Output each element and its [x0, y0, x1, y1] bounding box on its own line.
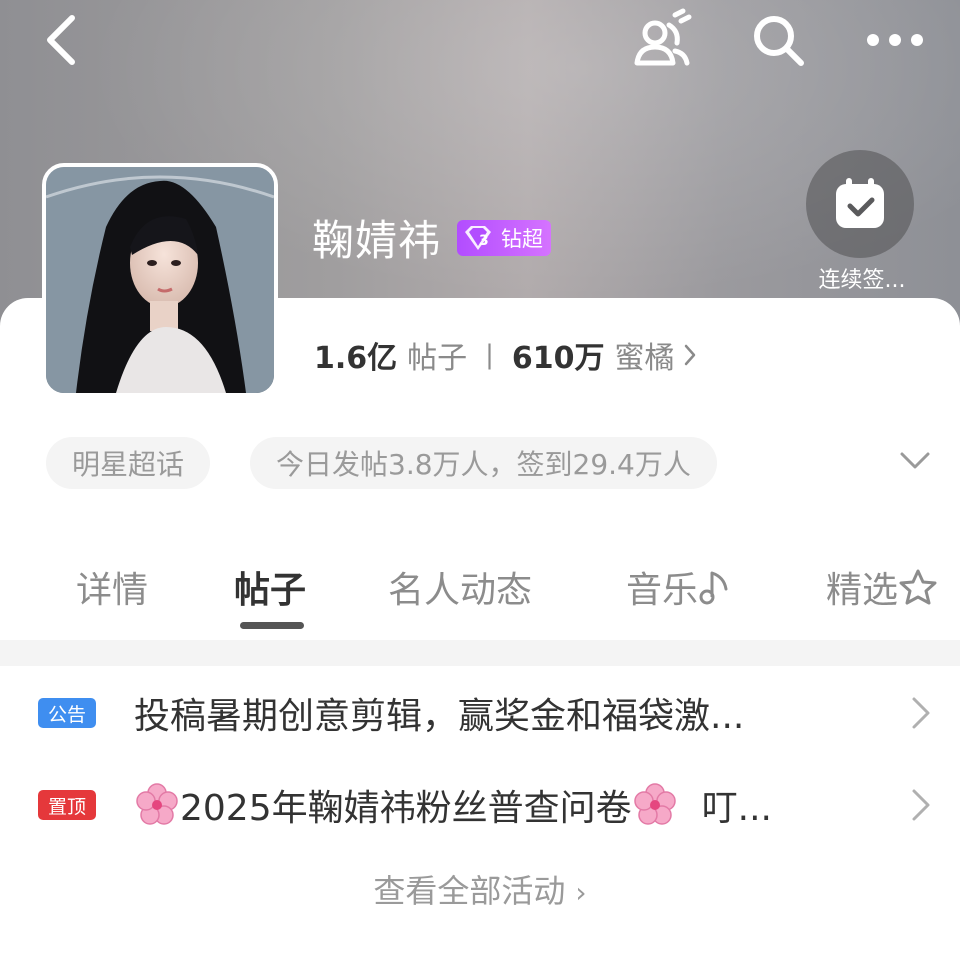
- checkin-label: 连续签...: [818, 268, 906, 293]
- badge-label: 钻超: [501, 226, 544, 251]
- tab-bar: 详情 帖子 名人动态 音乐 精选: [0, 555, 960, 635]
- chevron-right-icon: [684, 344, 695, 366]
- chevron-right-icon: ›: [575, 876, 587, 909]
- back-icon: [47, 15, 75, 65]
- diamond-gem-icon: 3: [465, 225, 492, 250]
- people-icon: [634, 8, 692, 66]
- featured-star-icon: [899, 569, 937, 605]
- fans-count: 610万: [511, 341, 605, 376]
- view-all-activities-link[interactable]: 查看全部活动 ›: [0, 866, 960, 912]
- back-button[interactable]: [30, 10, 90, 70]
- avatar[interactable]: [42, 163, 278, 397]
- stats-divider: |: [485, 340, 494, 370]
- checkin-button[interactable]: [806, 150, 914, 258]
- people-button[interactable]: [628, 6, 694, 72]
- level-badge[interactable]: 3 钻超: [457, 219, 552, 256]
- tab-label: 详情: [76, 570, 149, 611]
- tab-details[interactable]: 详情: [76, 561, 148, 613]
- tab-label: 音乐: [626, 570, 699, 611]
- tab-posts[interactable]: 帖子: [234, 561, 306, 613]
- search-button[interactable]: [748, 10, 808, 70]
- pinned-text-main: 2025年鞠婧祎粉丝普查问卷: [180, 788, 632, 829]
- svg-text:3: 3: [479, 233, 489, 249]
- fans-label: 蜜橘: [614, 341, 675, 376]
- more-icon: [867, 34, 923, 46]
- list-item-text: 投稿暑期创意剪辑，赢奖金和福袋激...: [134, 696, 745, 737]
- announcement-tag: 公告: [38, 698, 96, 728]
- stats-row[interactable]: 1.6亿 帖子 | 610万 蜜橘: [314, 333, 697, 377]
- list-item[interactable]: 公告 投稿暑期创意剪辑，赢奖金和福袋激...: [0, 668, 960, 758]
- posts-label: 帖子: [407, 341, 468, 376]
- tab-label: 帖子: [234, 570, 307, 611]
- search-icon: [754, 16, 804, 66]
- tab-celebrity-updates[interactable]: 名人动态: [388, 561, 532, 613]
- active-tab-indicator: [240, 622, 304, 629]
- tab-featured[interactable]: 精选: [826, 561, 938, 613]
- posts-count: 1.6亿: [314, 341, 398, 376]
- music-note-icon: [699, 571, 728, 605]
- tab-label: 精选: [826, 570, 899, 611]
- cherry-blossom-icon: [136, 783, 178, 825]
- chevron-right-icon: [912, 789, 930, 821]
- activity-list: 公告 投稿暑期创意剪辑，赢奖金和福袋激... 置顶 2025年鞠婧祎粉丝普查问卷: [0, 666, 960, 957]
- list-item-text: 2025年鞠婧祎粉丝普查问卷 叮...: [134, 779, 772, 831]
- tab-music[interactable]: 音乐: [626, 561, 732, 613]
- view-all-label: 查看全部活动: [373, 872, 566, 910]
- avatar-portrait: [46, 167, 274, 393]
- pinned-text-tail: 叮...: [701, 788, 772, 829]
- chevron-down-icon[interactable]: [898, 446, 932, 474]
- pinned-tag: 置顶: [38, 790, 96, 820]
- tab-label: 名人动态: [388, 570, 533, 611]
- more-button[interactable]: [862, 14, 928, 66]
- list-item[interactable]: 置顶 2025年鞠婧祎粉丝普查问卷 叮...: [0, 760, 960, 850]
- today-stats-pill[interactable]: 今日发帖3.8万人，签到29.4万人: [250, 437, 717, 489]
- cherry-blossom-icon: [633, 783, 676, 825]
- title-row: 鞠婧祎 3 钻超: [312, 207, 552, 268]
- calendar-check-icon: [836, 178, 884, 228]
- page-title: 鞠婧祎: [312, 216, 442, 265]
- category-pill[interactable]: 明星超话: [46, 437, 211, 489]
- chevron-right-icon: [912, 697, 930, 729]
